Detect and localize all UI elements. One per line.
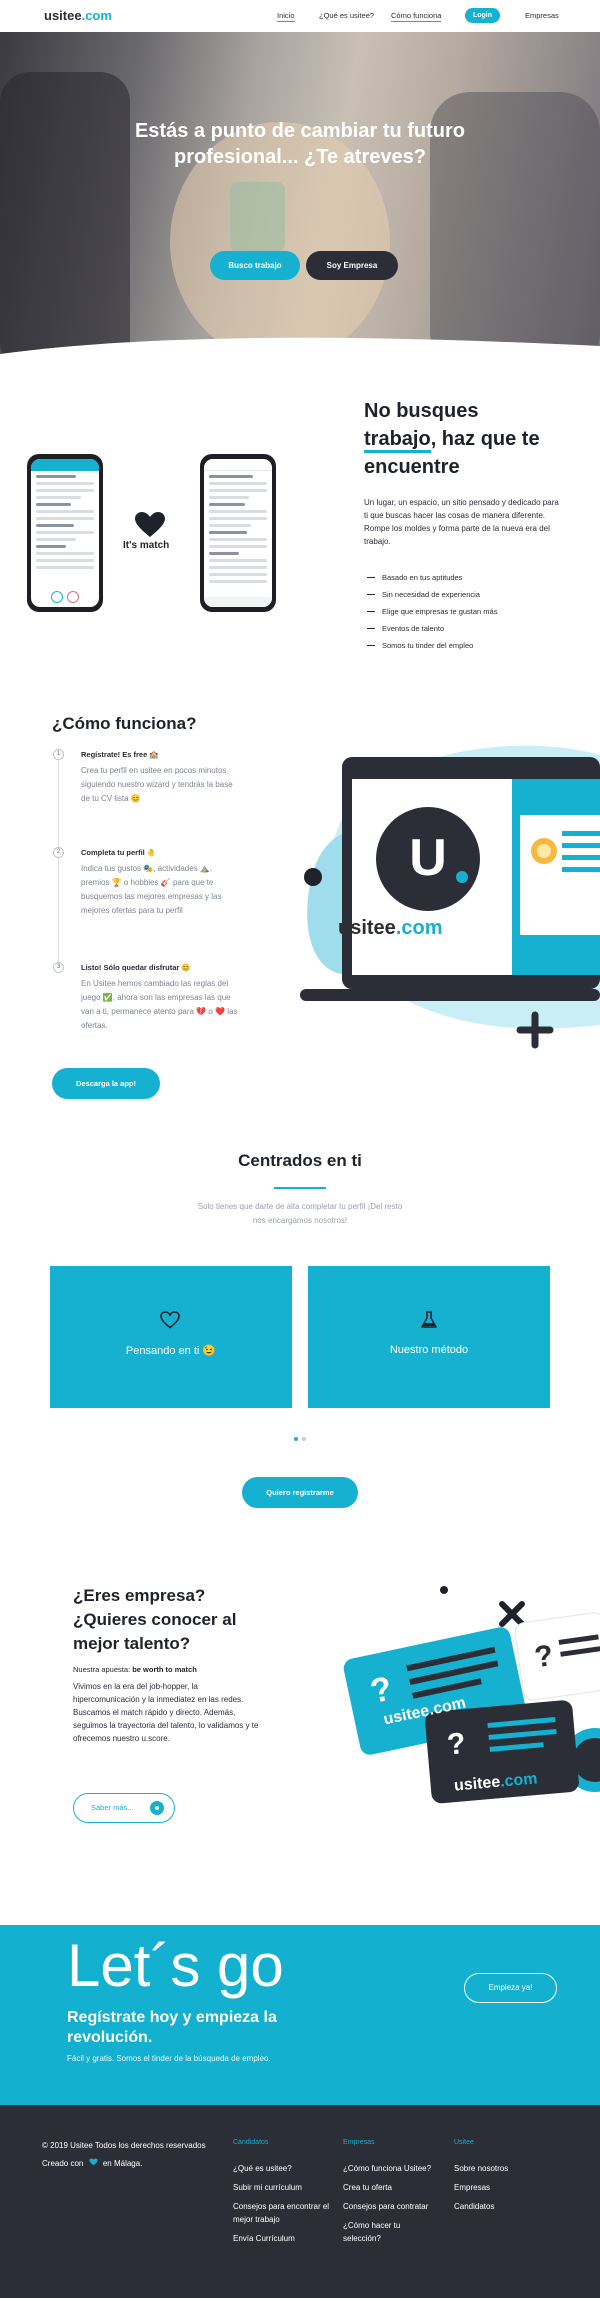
phone-mockup-left <box>27 454 103 612</box>
heart-outline-icon <box>160 1311 180 1329</box>
descarga-app-button[interactable]: Descarga la app! <box>52 1068 160 1099</box>
heart-icon <box>89 2158 98 2166</box>
empresa-title: ¿Eres empresa? ¿Quieres conocer al mejor… <box>73 1586 237 1653</box>
soy-empresa-button[interactable]: Soy Empresa <box>306 251 398 280</box>
busco-trabajo-button[interactable]: Busco trabajo <box>210 251 300 280</box>
match-title: No busques trabajo, haz que te encuentre <box>364 400 540 478</box>
step-number: 2 <box>53 847 64 858</box>
nav-inicio[interactable]: Inicio <box>277 11 295 22</box>
lets-go-section: Let´s go Regístrate hoy y empieza la rev… <box>0 1925 600 2105</box>
footer-made-in: Creado con en Málaga. <box>42 2158 143 2168</box>
hero-photo-sticky-note <box>230 182 285 252</box>
empresa-apuesta: Nuestra apuesta: be worth to match <box>73 1665 197 1674</box>
hero-wave-divider <box>0 337 600 362</box>
step-description: Crea tu perfil en usitee en pocos minuto… <box>81 766 233 803</box>
hero-photo-person-left <box>0 72 130 362</box>
footer-link[interactable]: Subir mi currículum <box>233 2181 302 2194</box>
carousel-dot-active[interactable] <box>294 1437 298 1441</box>
step-title: Regístrate! Es free 🏫 <box>81 750 159 759</box>
svg-text:U: U <box>409 829 447 887</box>
check-item: Elige que empresas te gustan más <box>366 607 498 616</box>
footer-link[interactable]: Consejos para encontrar el mejor trabajo <box>233 2200 333 2226</box>
empieza-ya-button[interactable]: Empieza ya! <box>464 1973 557 2003</box>
usitee-logo[interactable]: usitee.com <box>44 8 112 23</box>
lets-go-subheading: Regístrate hoy y empieza la revolución. <box>67 2009 277 2046</box>
saber-mas-button[interactable]: Saber más... <box>73 1793 175 1823</box>
footer-link[interactable]: ¿Cómo hacer tu selección? <box>343 2219 413 2245</box>
empresa-description: Vivimos en la era del job-hopper, la hip… <box>73 1682 259 1743</box>
card-pensando-en-ti[interactable]: Pensando en ti 😉 <box>50 1266 292 1408</box>
svg-text:?: ? <box>446 1727 467 1761</box>
centrados-subtitle: Solo tienes que darte de alta completar … <box>197 1202 403 1225</box>
check-item: Basado en tus aptitudes <box>366 573 463 582</box>
laptop-illustration: U <box>300 745 600 1049</box>
hero-section: Estás a punto de cambiar tu futuro profe… <box>0 32 600 362</box>
check-item: Sin necesidad de experiencia <box>367 590 480 599</box>
hero-title: Estás a punto de cambiar tu futuro profe… <box>134 120 466 168</box>
check-item: Somos tu tinder del empleo <box>366 641 474 650</box>
footer-link[interactable]: Sobre nosotros <box>454 2162 508 2175</box>
card-nuestro-metodo[interactable]: Nuestro método <box>308 1266 550 1408</box>
step-number: 1 <box>53 749 64 760</box>
top-navbar: usitee.com Inicio ¿Qué es usitee? Cómo f… <box>0 0 600 32</box>
match-description: Un lugar, un espacio, un sitio pensado y… <box>364 498 559 546</box>
card-label: Nuestro método <box>389 1344 469 1356</box>
laptop-brand-text: usitee.com <box>338 917 443 939</box>
footer-link[interactable]: ¿Cómo funciona Usitee? <box>343 2162 431 2175</box>
como-funciona-title: ¿Cómo funciona? <box>52 714 197 733</box>
footer-link[interactable]: Empresas <box>454 2181 490 2194</box>
step-title: Listo! Sólo quedar disfrutar 😊 <box>81 963 191 972</box>
flask-icon <box>421 1311 437 1328</box>
nav-como-funciona[interactable]: Cómo funciona <box>391 11 442 22</box>
step-title: Completa tu perfil 🤚 <box>81 848 157 857</box>
card-label: Pensando en ti 😉 <box>125 1345 217 1357</box>
footer-copyright: © 2019 Usitee Todos los derechos reserva… <box>42 2141 206 2150</box>
centrados-title: Centrados en ti <box>238 1151 362 1170</box>
title-underline <box>274 1187 326 1189</box>
footer-link[interactable]: Envía Currículum <box>233 2232 295 2245</box>
nav-empresas[interactable]: Empresas <box>525 11 559 20</box>
phone-mockup-right <box>200 454 276 612</box>
step-number: 3 <box>53 962 64 973</box>
heart-icon <box>135 512 165 537</box>
nav-que-es-usitee[interactable]: ¿Qué es usitee? <box>319 11 374 20</box>
footer-col-title-usitee: Usitee <box>454 2139 474 2146</box>
footer-link[interactable]: Consejos para contratar <box>343 2200 428 2213</box>
check-item: Eventos de talento <box>366 624 445 633</box>
step-description: En Usitee hemos cambiado las reglas del … <box>81 979 238 1030</box>
lets-go-small: Fácil y gratis. Somos el tinder de la bú… <box>67 2054 271 2063</box>
footer-col-title-empresas: Empresas <box>343 2139 375 2146</box>
footer-col-title-candidatos: Candidatos <box>233 2139 269 2146</box>
steps-timeline <box>58 760 59 972</box>
footer-link[interactable]: Crea tu oferta <box>343 2181 392 2194</box>
saber-mas-label: Saber más... <box>91 1803 134 1812</box>
lets-go-heading: Let´s go <box>67 1932 284 1999</box>
footer-link[interactable]: ¿Qué es usitee? <box>233 2162 292 2175</box>
footer-link[interactable]: Candidatos <box>454 2200 494 2213</box>
its-match-label: It's match <box>123 540 170 551</box>
carousel-dot[interactable] <box>302 1437 306 1441</box>
step-description: Indica tus gustos 🎭, actividades ⛰️, pre… <box>81 864 222 915</box>
arrow-circle-icon <box>150 1801 164 1815</box>
quiero-registrarme-button[interactable]: Quiero registrarme <box>242 1477 358 1508</box>
login-button[interactable]: Login <box>465 8 500 23</box>
